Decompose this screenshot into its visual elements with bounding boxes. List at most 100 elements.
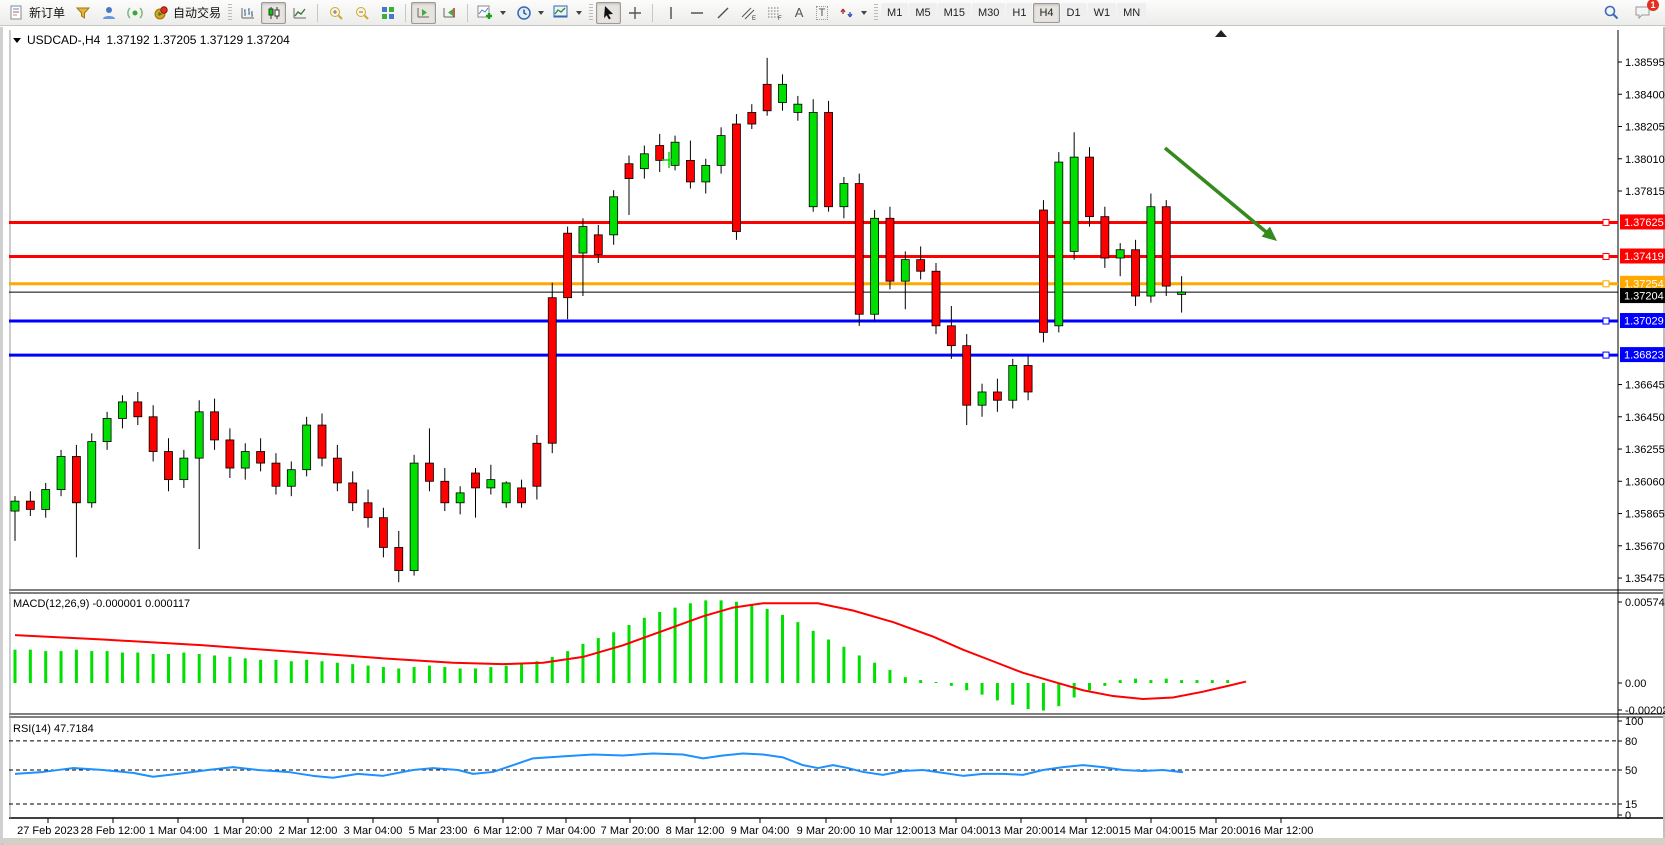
fibonacci-tool-button[interactable]: F xyxy=(762,2,787,24)
timeframe-button-MN[interactable]: MN xyxy=(1117,3,1146,23)
timeframe-button-W1[interactable]: W1 xyxy=(1088,3,1117,23)
candle xyxy=(794,104,802,112)
templates-button[interactable] xyxy=(549,2,586,24)
cursor-button[interactable] xyxy=(596,2,621,24)
timeframe-button-H4[interactable]: H4 xyxy=(1033,3,1059,23)
chart-window[interactable]: 1.37625 1.37419 1.372541.37204 1.37029 1.368… xyxy=(0,27,1665,845)
crosshair-button[interactable] xyxy=(622,2,647,24)
candle xyxy=(364,503,372,518)
candle xyxy=(180,458,188,480)
candle xyxy=(456,493,464,503)
broadcast-button[interactable] xyxy=(122,2,147,24)
svg-text:E: E xyxy=(752,16,756,21)
trend-arrow-annotation[interactable] xyxy=(1165,148,1277,241)
hline-pivot-1.37254[interactable]: 1.37254 xyxy=(9,276,1665,291)
rsi-pane: 1008050150 xyxy=(9,716,1643,822)
svg-text:1.38595: 1.38595 xyxy=(1625,57,1665,69)
bar-chart-button[interactable] xyxy=(235,2,260,24)
hline-support-1.36823[interactable]: 1.36823 xyxy=(9,347,1665,362)
line-chart-button[interactable] xyxy=(287,2,312,24)
candlestick-chart-button[interactable] xyxy=(261,2,286,24)
chart-canvas[interactable]: 1.37625 1.37419 1.372541.37204 1.37029 1.368… xyxy=(3,27,1665,845)
candle xyxy=(103,418,111,441)
time-label: 14 Mar 12:00 xyxy=(1054,825,1119,837)
candle xyxy=(318,425,326,458)
timeframe-button-M30[interactable]: M30 xyxy=(972,3,1005,23)
hline-resistance-1.37419[interactable]: 1.37419 xyxy=(9,249,1665,264)
time-label: 7 Mar 20:00 xyxy=(601,825,660,837)
new-order-label: 新订单 xyxy=(29,4,65,21)
auto-trading-button[interactable]: 自动交易 xyxy=(148,2,225,24)
candle xyxy=(610,197,618,235)
person-icon xyxy=(100,4,117,21)
cursor-arrow-icon xyxy=(600,4,617,21)
macd-pane: 0.0057410.00-0.002027 xyxy=(15,597,1665,717)
channel-tool-button[interactable]: E xyxy=(736,2,761,24)
hline-support-1.37029[interactable]: 1.37029 xyxy=(9,313,1665,328)
zoom-out-button[interactable] xyxy=(349,2,374,24)
search-button[interactable] xyxy=(1599,2,1624,24)
candle xyxy=(717,136,725,166)
candle xyxy=(1147,207,1155,296)
candle xyxy=(932,271,940,326)
arrows-tool-button[interactable] xyxy=(834,2,871,24)
fibonacci-icon: F xyxy=(766,4,783,21)
tile-windows-icon xyxy=(379,4,396,21)
candle xyxy=(502,483,510,503)
candle xyxy=(1101,217,1109,258)
tile-windows-button[interactable] xyxy=(375,2,400,24)
time-label: 15 Mar 20:00 xyxy=(1184,825,1249,837)
svg-text:1.37815: 1.37815 xyxy=(1625,186,1665,198)
svg-text:1.36450: 1.36450 xyxy=(1625,412,1665,424)
candle xyxy=(732,124,740,232)
text-label-tool-button[interactable]: T xyxy=(811,2,833,24)
candle xyxy=(779,84,787,102)
candle xyxy=(1024,366,1032,392)
time-label: 7 Mar 04:00 xyxy=(537,825,596,837)
candle xyxy=(564,233,572,298)
search-icon xyxy=(1603,4,1620,21)
timeframe-button-M15[interactable]: M15 xyxy=(938,3,971,23)
candle xyxy=(211,412,219,440)
candle xyxy=(257,452,265,464)
new-order-button[interactable]: 新订单 xyxy=(4,2,69,24)
svg-text:1.38400: 1.38400 xyxy=(1625,89,1665,101)
horizontal-line-tool-button[interactable] xyxy=(684,2,709,24)
hline-resistance-1.37625[interactable]: 1.37625 xyxy=(9,214,1665,229)
timeframe-button-M1[interactable]: M1 xyxy=(881,3,908,23)
svg-text:0: 0 xyxy=(1625,810,1631,822)
period-clock-button[interactable] xyxy=(511,2,548,24)
svg-text:1.38010: 1.38010 xyxy=(1625,154,1665,166)
top-toolbar: 新订单 自动交易 xyxy=(0,0,1665,26)
text-tool-button[interactable]: A xyxy=(788,2,810,24)
toolbar-grip xyxy=(874,4,878,22)
chart-shift-button[interactable] xyxy=(437,2,462,24)
zoom-in-button[interactable] xyxy=(323,2,348,24)
candle xyxy=(533,443,541,486)
svg-text:1.37029: 1.37029 xyxy=(1624,316,1664,328)
toolbar-separator xyxy=(652,4,653,22)
candle xyxy=(57,456,65,489)
candle xyxy=(917,260,925,272)
candle xyxy=(871,218,879,314)
timeframe-button-H1[interactable]: H1 xyxy=(1006,3,1032,23)
time-axis[interactable]: 27 Feb 202328 Feb 12:001 Mar 04:001 Mar … xyxy=(17,818,1313,837)
chart-shift-marker[interactable] xyxy=(1215,30,1227,37)
notifications-chat-button[interactable]: 1 xyxy=(1630,2,1655,24)
time-label: 13 Mar 04:00 xyxy=(924,825,989,837)
toolbar-separator xyxy=(405,4,406,22)
candle xyxy=(671,142,679,165)
filter-button[interactable] xyxy=(70,2,95,24)
candle xyxy=(303,425,311,470)
timeframe-button-D1[interactable]: D1 xyxy=(1061,3,1087,23)
current-price-line[interactable]: 1.37204 xyxy=(9,288,1665,303)
trendline-tool-button[interactable] xyxy=(710,2,735,24)
collapse-triangle-icon[interactable] xyxy=(13,38,21,43)
candle xyxy=(1070,157,1078,251)
timeframe-button-M5[interactable]: M5 xyxy=(909,3,936,23)
profile-button[interactable] xyxy=(96,2,121,24)
toolbar-grip xyxy=(589,4,593,22)
add-indicator-button[interactable] xyxy=(473,2,510,24)
auto-scroll-button[interactable] xyxy=(411,2,436,24)
vertical-line-tool-button[interactable] xyxy=(658,2,683,24)
